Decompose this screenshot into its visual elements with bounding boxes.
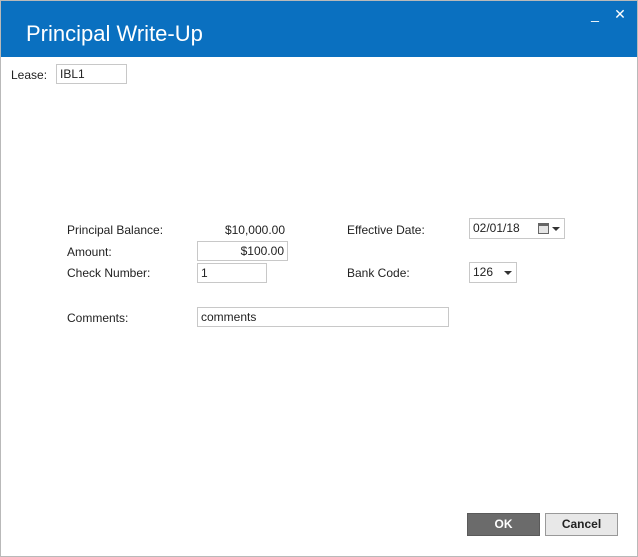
chevron-down-icon[interactable] xyxy=(504,271,512,275)
effective-date-label: Effective Date: xyxy=(347,223,425,237)
lease-label: Lease: xyxy=(11,68,48,82)
effective-date-picker[interactable]: 02/01/18 xyxy=(469,218,565,239)
comments-label: Comments: xyxy=(67,311,129,325)
comments-field[interactable] xyxy=(197,307,449,327)
bank-code-select[interactable]: 126 xyxy=(469,262,517,283)
check-number-field[interactable] xyxy=(197,263,267,283)
principal-balance-value: $10,000.00 xyxy=(224,223,285,237)
effective-date-value: 02/01/18 xyxy=(473,221,520,235)
minimize-icon[interactable]: _ xyxy=(586,5,604,23)
dialog-title: Principal Write-Up xyxy=(26,21,203,46)
close-icon[interactable]: ✕ xyxy=(611,5,629,23)
ok-button[interactable]: OK xyxy=(467,513,540,536)
principal-balance-label: Principal Balance: xyxy=(67,223,164,237)
lease-field[interactable] xyxy=(56,64,127,84)
amount-label: Amount: xyxy=(67,245,112,259)
chevron-down-icon[interactable] xyxy=(552,227,560,231)
bank-code-value: 126 xyxy=(473,265,494,279)
bank-code-label: Bank Code: xyxy=(347,266,410,280)
cancel-button[interactable]: Cancel xyxy=(545,513,618,536)
calendar-icon[interactable] xyxy=(538,223,549,234)
principal-write-up-dialog: Principal Write-Up _ ✕ Lease: Principal … xyxy=(0,0,638,557)
title-bar: Principal Write-Up _ ✕ xyxy=(1,1,637,57)
amount-field[interactable] xyxy=(197,241,288,261)
check-number-label: Check Number: xyxy=(67,266,151,280)
